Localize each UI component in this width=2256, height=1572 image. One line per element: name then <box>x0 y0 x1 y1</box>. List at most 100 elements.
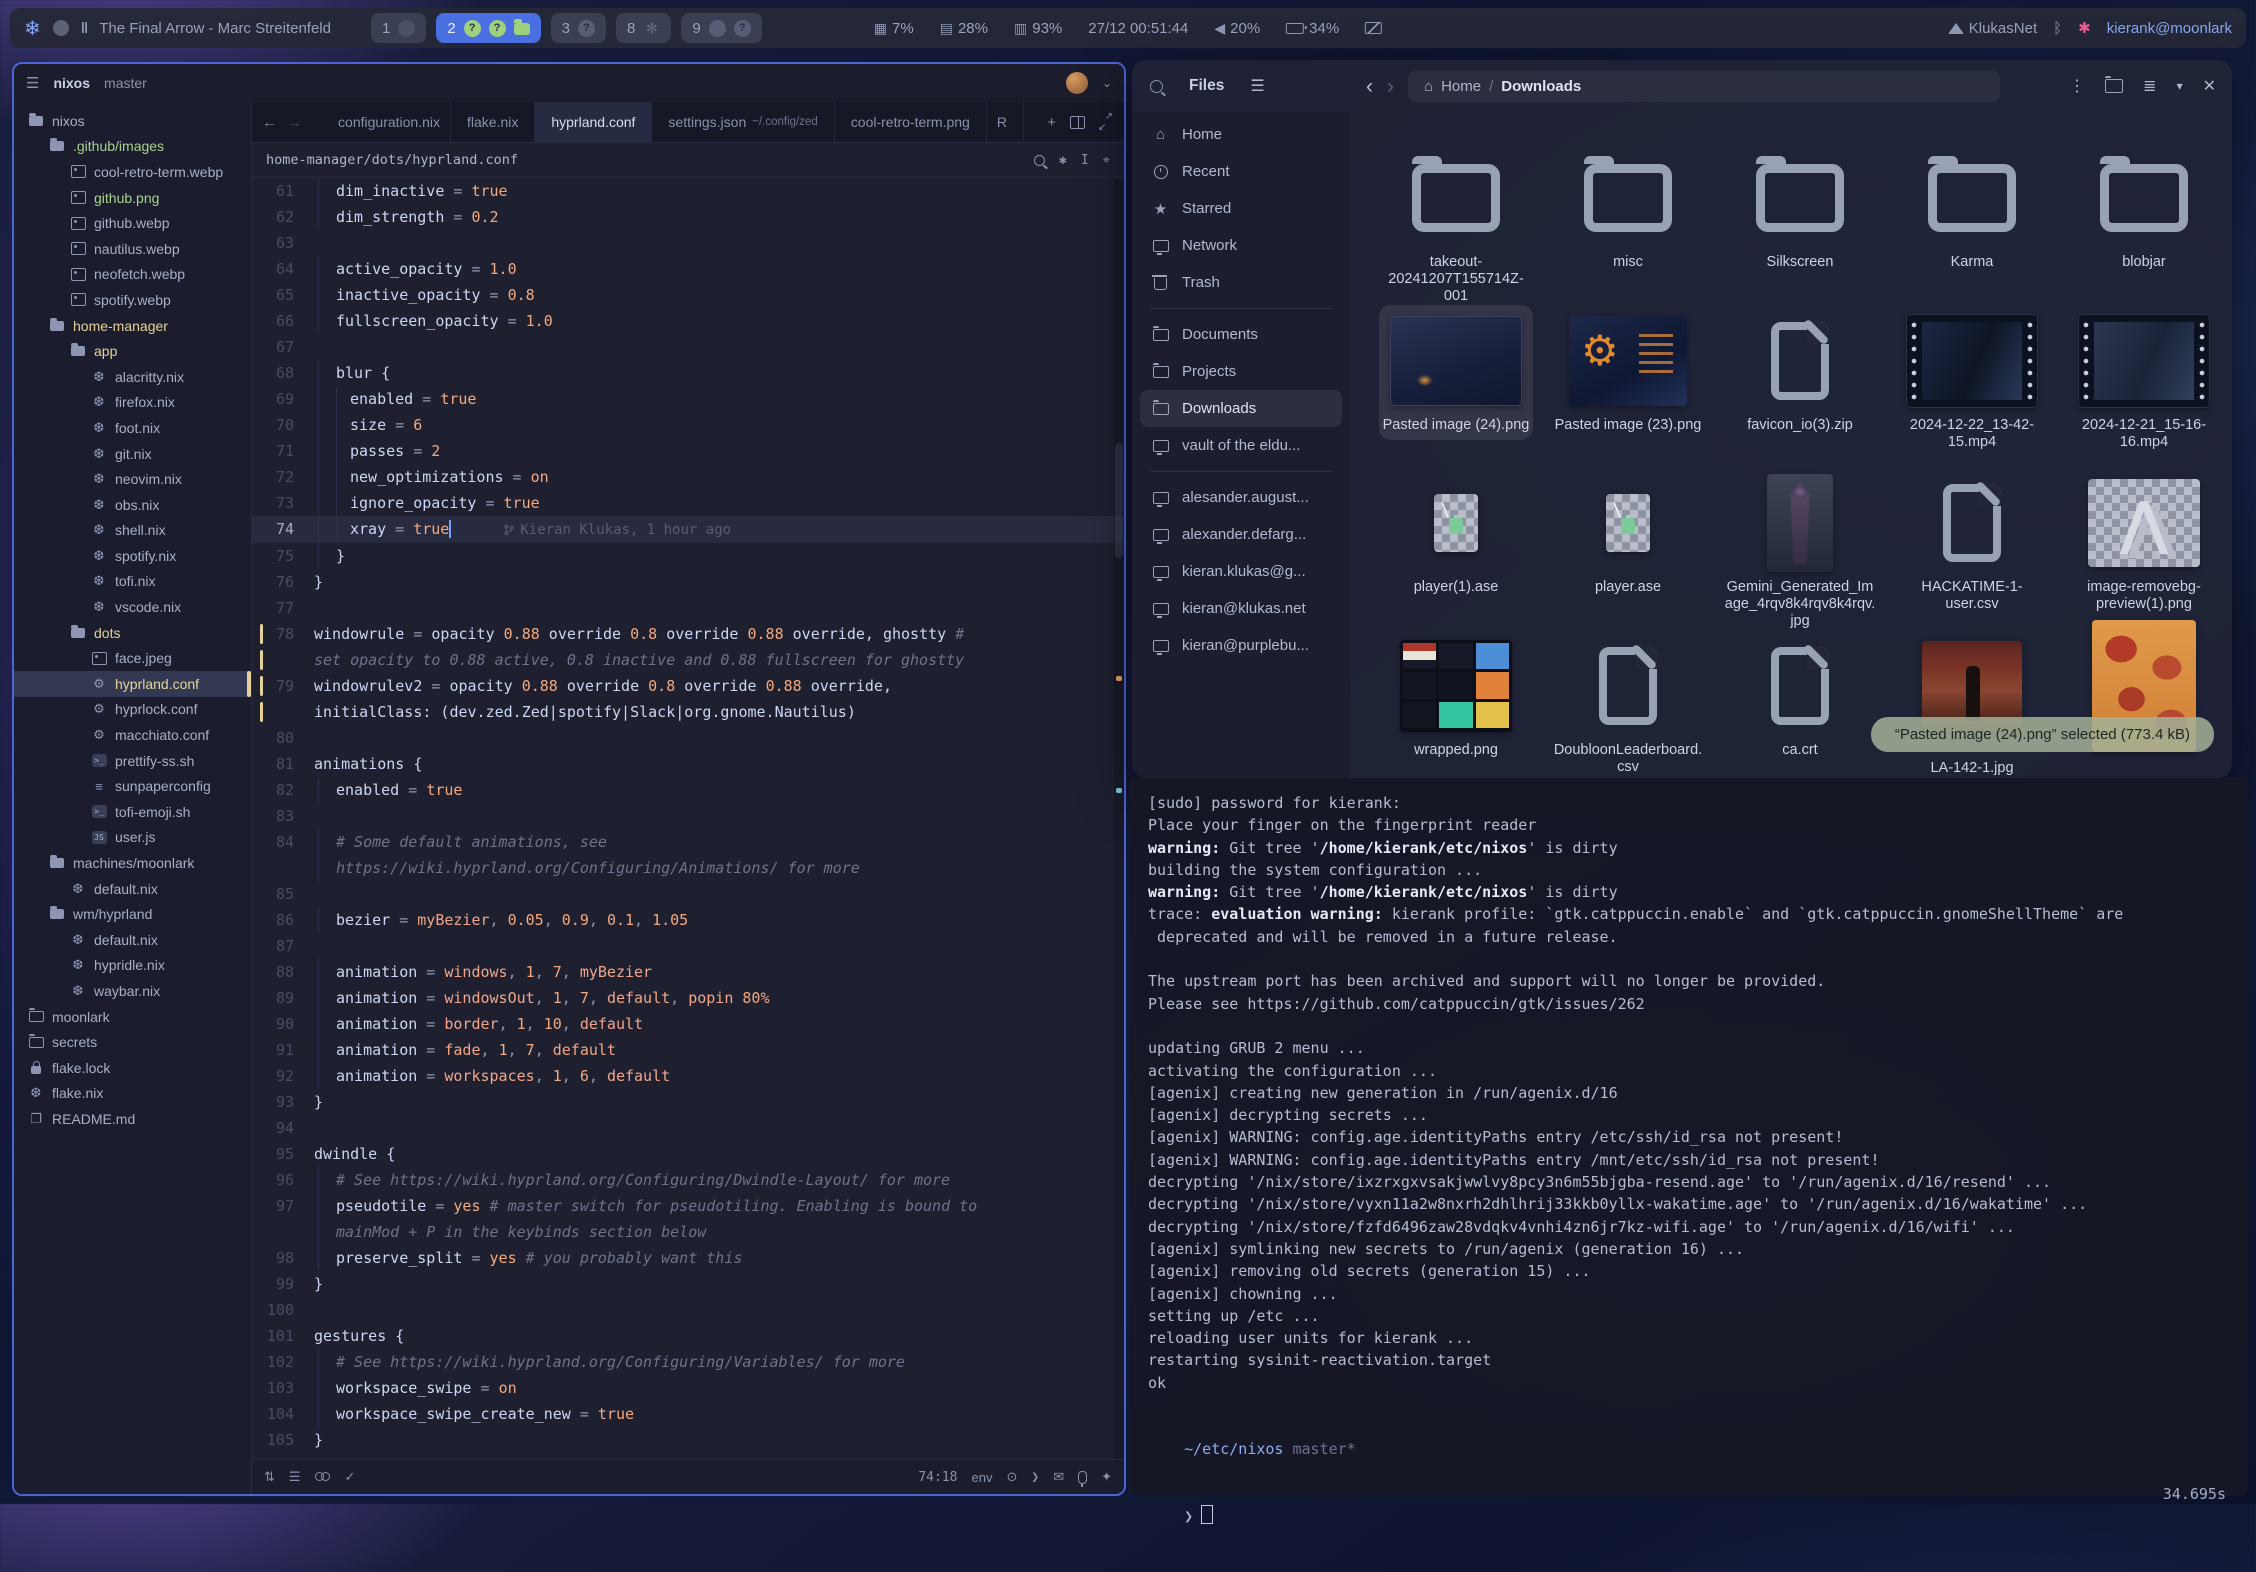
code-line-62[interactable]: 62dim_strength = 0.2 <box>252 204 1124 230</box>
code-line-95[interactable]: 95dwindle { <box>252 1141 1124 1167</box>
code-line-wrap[interactable]: mainMod + P in the keybinds section belo… <box>252 1219 1124 1245</box>
code-line-101[interactable]: 101gestures { <box>252 1323 1124 1349</box>
mail-icon[interactable]: ✉ <box>1053 1469 1064 1485</box>
tree-item-git-nix[interactable]: ❆git.nix <box>14 441 251 467</box>
tree-item-cool-retro-term-webp[interactable]: cool-retro-term.webp <box>14 159 251 185</box>
tree-item-alacritty-nix[interactable]: ❆alacritty.nix <box>14 364 251 390</box>
tree-item-default-nix[interactable]: ❆default.nix <box>14 876 251 902</box>
wifi-status[interactable]: KlukasNet <box>1948 20 2037 37</box>
kebab-menu-icon[interactable]: ⋮ <box>2069 76 2085 96</box>
pause-icon[interactable]: ‖ <box>81 20 87 37</box>
file-item-karma[interactable]: Karma <box>1924 142 2020 277</box>
tree-item-readme-md[interactable]: ❐README.md <box>14 1106 251 1132</box>
clock[interactable]: 27/12 00:51:44 <box>1088 20 1188 37</box>
code-line-wrap[interactable]: initialClass: (dev.zed.Zed|spotify|Slack… <box>252 699 1124 725</box>
code-line-90[interactable]: 90animation = border, 1, 10, default <box>252 1011 1124 1037</box>
chevron-down-icon[interactable]: ⌄ <box>1102 76 1112 90</box>
expand-icon[interactable] <box>1099 116 1112 129</box>
code-line-84[interactable]: 84# Some default animations, see <box>252 829 1124 855</box>
file-item-misc[interactable]: misc <box>1580 142 1676 277</box>
sidebar-item-alexander-defarg-[interactable]: alexander.defarg... <box>1140 516 1342 553</box>
code-line-97[interactable]: 97pseudotile = yes # master switch for p… <box>252 1193 1124 1219</box>
folder-search-icon[interactable] <box>2105 79 2123 93</box>
tree-item-spotify-nix[interactable]: ❆spotify.nix <box>14 543 251 569</box>
code-line-88[interactable]: 88animation = windows, 1, 7, myBezier <box>252 959 1124 985</box>
code-line-104[interactable]: 104workspace_swipe_create_new = true <box>252 1401 1124 1427</box>
ibeam-icon[interactable]: I <box>1081 153 1089 168</box>
file-item-ca-crt[interactable]: ca.crt <box>1767 630 1833 765</box>
sidebar-item-trash[interactable]: Trash <box>1140 264 1342 301</box>
code-line-64[interactable]: 64active_opacity = 1.0 <box>252 256 1124 282</box>
code-line-89[interactable]: 89animation = windowsOut, 1, 7, default,… <box>252 985 1124 1011</box>
tree-item-macchiato-conf[interactable]: ⚙macchiato.conf <box>14 722 251 748</box>
code-line-79[interactable]: 79windowrulev2 = opacity 0.88 override 0… <box>252 673 1124 699</box>
tree-item-waybar-nix[interactable]: ❆waybar.nix <box>14 978 251 1004</box>
code-editor[interactable]: 61dim_inactive = true62dim_strength = 0.… <box>252 178 1124 1459</box>
code-line-94[interactable]: 94 <box>252 1115 1124 1141</box>
volume-stat[interactable]: ◀20% <box>1214 20 1260 37</box>
tree-item-sunpaperconfig[interactable]: ≡sunpaperconfig <box>14 773 251 799</box>
tree-item-face-jpeg[interactable]: face.jpeg <box>14 645 251 671</box>
tab-settings-json[interactable]: settings.json~/.config/zed <box>652 102 834 142</box>
file-item-la-142-1-jpg[interactable]: LA-142-1.jpg <box>1918 630 2026 779</box>
code-line-71[interactable]: 71passes = 2 <box>252 438 1124 464</box>
code-line-103[interactable]: 103workspace_swipe = on <box>252 1375 1124 1401</box>
code-line-72[interactable]: 72new_optimizations = on <box>252 464 1124 490</box>
diff-icon[interactable]: ⇅ <box>264 1469 275 1485</box>
path-current[interactable]: Downloads <box>1501 78 1581 95</box>
tree-item-home-manager[interactable]: home-manager <box>14 313 251 339</box>
tree-item-hyprland-conf[interactable]: ⚙hyprland.conf <box>14 671 251 697</box>
file-item-2024-12-21-15-16-16-mp4[interactable]: 2024-12-21_15-16-16.mp4 <box>2064 305 2224 457</box>
file-item-gemini-generated-image-4rqv8k4rqv8k4rqv-jpg[interactable]: Gemini_Generated_Image_4rqv8k4rqv8k4rqv.… <box>1720 467 1880 636</box>
env-label[interactable]: env <box>971 1470 992 1485</box>
tree-item-app[interactable]: app <box>14 338 251 364</box>
code-line-83[interactable]: 83 <box>252 803 1124 829</box>
sidebar-item-vault-of-the-eldu-[interactable]: vault of the eldu... <box>1140 427 1342 464</box>
tree-item-user-js[interactable]: JSuser.js <box>14 825 251 851</box>
tree-item-neovim-nix[interactable]: ❆neovim.nix <box>14 466 251 492</box>
code-line-63[interactable]: 63 <box>252 230 1124 256</box>
code-line-93[interactable]: 93} <box>252 1089 1124 1115</box>
tab-r[interactable]: R <box>987 102 1024 142</box>
regex-icon[interactable]: ⌖ <box>1103 153 1110 168</box>
tree-item-moonlark[interactable]: moonlark <box>14 1004 251 1030</box>
tree-item-prettify-ss-sh[interactable]: >_prettify-ss.sh <box>14 748 251 774</box>
tree-item-github-webp[interactable]: github.webp <box>14 210 251 236</box>
tree-item-neofetch-webp[interactable]: neofetch.webp <box>14 262 251 288</box>
code-line-99[interactable]: 99} <box>252 1271 1124 1297</box>
workspace-1[interactable]: 1 <box>371 13 426 43</box>
spotify-icon[interactable] <box>53 20 69 36</box>
close-icon[interactable]: ✕ <box>2203 76 2216 96</box>
tree-item-hyprlock-conf[interactable]: ⚙hyprlock.conf <box>14 697 251 723</box>
git-branch-label[interactable]: master <box>104 75 147 91</box>
nixos-logo-icon[interactable]: ❄ <box>24 16 41 41</box>
code-line-92[interactable]: 92animation = workspaces, 1, 6, default <box>252 1063 1124 1089</box>
file-item-hackatime-1-user-csv[interactable]: HACKATIME-1-user.csv <box>1892 467 2052 619</box>
tree-item-tofi-nix[interactable]: ❆tofi.nix <box>14 569 251 595</box>
file-item-pasted-image-23-png[interactable]: Pasted image (23).png <box>1551 305 1706 440</box>
notification-icon[interactable]: ✱ <box>2078 19 2091 37</box>
tree-item-shell-nix[interactable]: ❆shell.nix <box>14 518 251 544</box>
breadcrumb[interactable]: home-manager/dots/hyprland.conf <box>266 152 518 168</box>
file-item-pasted-image-24-png[interactable]: Pasted image (24).png <box>1379 305 1534 440</box>
file-item-silkscreen[interactable]: Silkscreen <box>1752 142 1848 277</box>
workspace-9[interactable]: 9? <box>681 13 761 43</box>
code-line-82[interactable]: 82enabled = true <box>252 777 1124 803</box>
code-line-91[interactable]: 91animation = fade, 1, 7, default <box>252 1037 1124 1063</box>
sidebar-item-starred[interactable]: ★Starred <box>1140 190 1342 227</box>
sidebar-item-alesander-august-[interactable]: alesander.august... <box>1140 479 1342 516</box>
tree-item-firefox-nix[interactable]: ❆firefox.nix <box>14 390 251 416</box>
collab-icon[interactable] <box>315 1471 331 1483</box>
workspace-3[interactable]: 3? <box>551 13 606 43</box>
workspace-2[interactable]: 2?? <box>436 13 540 43</box>
workspace-8[interactable]: 8✻ <box>616 13 671 43</box>
sidebar-item-kieran-purplebu-[interactable]: kieran@purplebu... <box>1140 627 1342 664</box>
file-item-image-removebg-preview-1-png[interactable]: image-removebg-preview(1).png <box>2064 467 2224 619</box>
magic-icon[interactable]: ✱ <box>1059 153 1067 168</box>
sidebar-item-network[interactable]: Network <box>1140 227 1342 264</box>
sidebar-menu-icon[interactable]: ☰ <box>1250 76 1264 96</box>
project-name[interactable]: nixos <box>53 75 90 91</box>
tab-configuration-nix[interactable]: configuration.nix <box>312 102 451 142</box>
code-line-65[interactable]: 65inactive_opacity = 0.8 <box>252 282 1124 308</box>
path-bar[interactable]: ⌂ Home / Downloads <box>1408 71 2000 102</box>
